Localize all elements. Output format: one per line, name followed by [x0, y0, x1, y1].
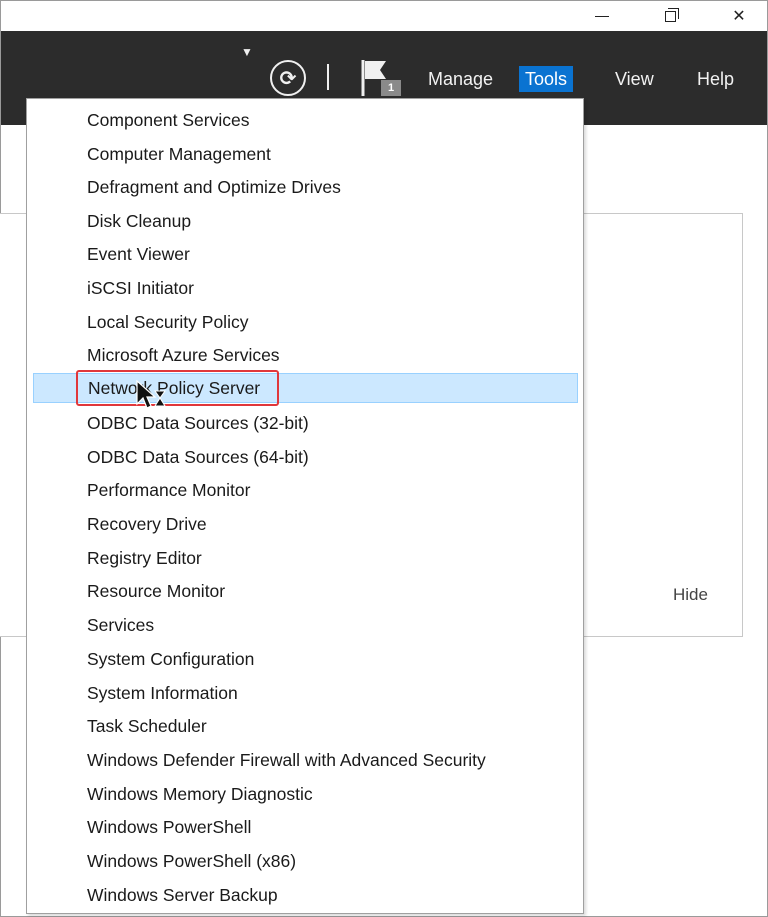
toolbar-separator	[327, 64, 329, 90]
restore-icon	[664, 7, 679, 22]
close-icon: ✕	[732, 8, 746, 25]
menu-item-services[interactable]: Services	[33, 610, 578, 640]
menu-item-memory-diagnostic[interactable]: Windows Memory Diagnostic	[33, 779, 578, 809]
menu-item-iscsi-initiator[interactable]: iSCSI Initiator	[33, 273, 578, 303]
tools-dropdown-menu: Component Services Computer Management D…	[26, 98, 584, 914]
menu-item-component-services[interactable]: Component Services	[33, 105, 578, 135]
menu-item-disk-cleanup[interactable]: Disk Cleanup	[33, 206, 578, 236]
menu-item-local-security-policy[interactable]: Local Security Policy	[33, 307, 578, 337]
refresh-icon[interactable]: ⟳	[270, 60, 306, 96]
menu-view[interactable]: View	[609, 66, 660, 92]
close-button[interactable]: ✕	[716, 1, 762, 31]
menu-item-resource-monitor[interactable]: Resource Monitor	[33, 576, 578, 606]
title-bar: ✕	[1, 1, 767, 31]
caret-down-icon[interactable]: ▼	[241, 45, 253, 59]
notification-count-badge: 1	[381, 80, 401, 96]
menu-help[interactable]: Help	[691, 66, 740, 92]
highlight-callout-box	[76, 370, 279, 406]
menu-item-registry-editor[interactable]: Registry Editor	[33, 543, 578, 573]
menu-item-odbc-32[interactable]: ODBC Data Sources (32-bit)	[33, 408, 578, 438]
hide-link[interactable]: Hide	[673, 585, 708, 605]
minimize-button[interactable]	[579, 1, 625, 31]
menu-item-computer-management[interactable]: Computer Management	[33, 139, 578, 169]
menu-item-server-backup[interactable]: Windows Server Backup	[33, 880, 578, 910]
menu-item-event-viewer[interactable]: Event Viewer	[33, 239, 578, 269]
menu-tools[interactable]: Tools	[519, 66, 574, 92]
menu-item-defragment-drives[interactable]: Defragment and Optimize Drives	[33, 172, 578, 202]
menu-item-recovery-drive[interactable]: Recovery Drive	[33, 509, 578, 539]
mouse-cursor-busy-icon	[136, 380, 166, 409]
minimize-icon	[595, 15, 609, 17]
restore-button[interactable]	[647, 1, 693, 31]
menu-item-system-configuration[interactable]: System Configuration	[33, 644, 578, 674]
menu-manage[interactable]: Manage	[422, 66, 499, 92]
menu-item-task-scheduler[interactable]: Task Scheduler	[33, 711, 578, 741]
menu-item-defender-firewall[interactable]: Windows Defender Firewall with Advanced …	[33, 745, 578, 775]
menu-item-odbc-64[interactable]: ODBC Data Sources (64-bit)	[33, 442, 578, 472]
menu-item-system-information[interactable]: System Information	[33, 678, 578, 708]
menu-item-performance-monitor[interactable]: Performance Monitor	[33, 475, 578, 505]
menu-item-powershell[interactable]: Windows PowerShell	[33, 812, 578, 842]
menu-item-azure-services[interactable]: Microsoft Azure Services	[33, 340, 578, 370]
menu-item-powershell-x86[interactable]: Windows PowerShell (x86)	[33, 846, 578, 876]
